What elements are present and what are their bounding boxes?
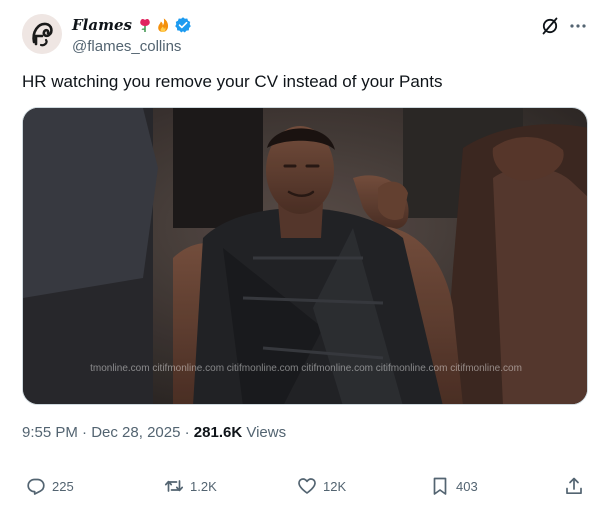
bookmark-icon (433, 477, 447, 495)
avatar-logo-icon (22, 14, 62, 54)
more-icon[interactable] (568, 16, 588, 36)
repost-button[interactable]: 1.2K (164, 472, 217, 500)
avatar[interactable] (22, 14, 62, 54)
views-label: Views (246, 424, 287, 441)
photo-watermark: tmonline.com citifmonline.com citifmonli… (90, 363, 522, 374)
author-name-row: Flames (72, 14, 192, 36)
tweet-media-photo[interactable]: tmonline.com citifmonline.com citifmonli… (22, 107, 588, 405)
reply-button[interactable]: 225 (26, 472, 74, 500)
heart-icon (298, 478, 316, 494)
grok-icon[interactable] (540, 16, 560, 36)
post-date[interactable]: Dec 28, 2025 (91, 424, 180, 441)
tweet-meta: 9:55 PM · Dec 28, 2025 · 281.6K Views (22, 424, 286, 441)
author-handle[interactable]: @flames_collins (72, 38, 181, 55)
reply-count: 225 (52, 478, 74, 494)
photo-image (23, 108, 587, 404)
tweet-card: Flames @flames_collins HR watching you r… (0, 0, 612, 518)
meta-separator: · (184, 424, 190, 441)
post-time[interactable]: 9:55 PM (22, 424, 78, 441)
fire-icon (158, 18, 169, 32)
tweet-text: HR watching you remove your CV instead o… (22, 72, 443, 91)
bookmark-button[interactable]: 403 (430, 472, 478, 500)
action-bar: 225 1.2K 12K 403 (0, 472, 612, 500)
share-button[interactable] (564, 472, 584, 500)
author-display-name[interactable]: Flames (72, 16, 132, 34)
share-icon (566, 477, 582, 495)
meta-separator: · (82, 424, 88, 441)
repost-count: 1.2K (190, 478, 217, 494)
bookmark-count: 403 (456, 478, 478, 494)
like-count: 12K (323, 478, 347, 494)
views-count: 281.6K (193, 424, 243, 441)
rose-icon (140, 19, 150, 32)
like-button[interactable]: 12K (297, 472, 346, 500)
repost-icon (164, 480, 184, 492)
verified-badge-icon (175, 17, 191, 33)
reply-icon (27, 478, 45, 495)
